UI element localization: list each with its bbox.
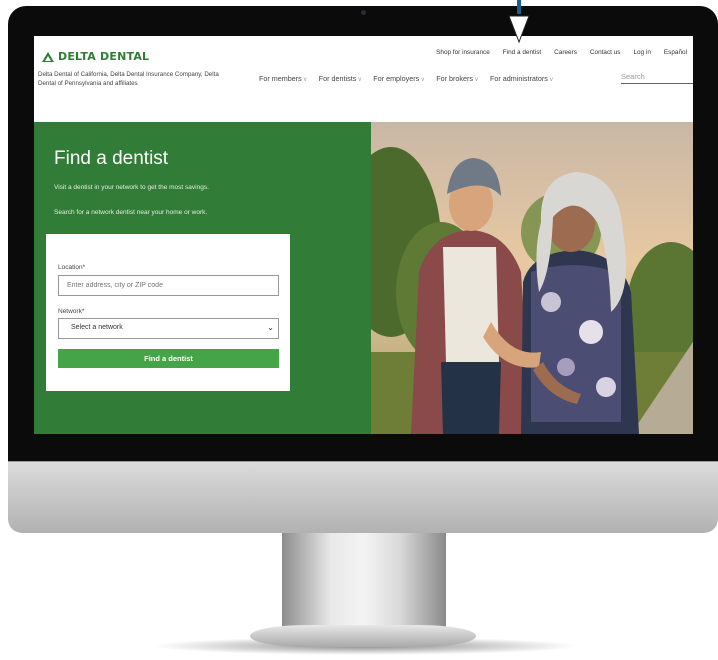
util-link-espanol[interactable]: Español [664, 49, 687, 56]
hero-photo-illustration [371, 122, 693, 434]
brand-tagline: Delta Dental of California, Delta Dental… [38, 71, 219, 87]
nav-item-brokers[interactable]: For brokers v [436, 74, 478, 83]
hero-photo [371, 122, 693, 434]
nav-label-employers: For employers [373, 74, 420, 83]
annotation-arrow-icon [508, 0, 530, 44]
browser-screen: DELTA DENTAL Delta Dental of California,… [34, 36, 693, 434]
chevron-down-icon: ⌄ [267, 323, 274, 332]
network-select-value: Select a network [71, 324, 123, 331]
chevron-down-icon: v [421, 77, 425, 83]
monitor-chin [8, 461, 718, 533]
chevron-down-icon: v [303, 77, 307, 83]
nav-label-dentists: For dentists [318, 74, 357, 83]
util-link-login[interactable]: Log in [633, 49, 650, 56]
delta-dental-logo[interactable]: DELTA DENTAL [42, 50, 149, 63]
nav-item-dentists[interactable]: For dentists v [319, 74, 362, 83]
util-link-shop[interactable]: Shop for insurance [436, 49, 490, 56]
search-input[interactable]: Search [621, 70, 693, 84]
hero-subtitle-search: Search for a network dentist near your h… [54, 209, 208, 216]
nav-label-administrators: For administrators [489, 74, 548, 83]
location-label: Location* [58, 264, 86, 271]
network-select[interactable]: Select a network ⌄ [58, 318, 279, 339]
monitor-stand-neck [282, 533, 446, 633]
delta-triangle-icon [42, 51, 54, 62]
chevron-down-icon: v [358, 77, 362, 83]
find-dentist-button[interactable]: Find a dentist [58, 349, 279, 368]
page-title: Find a dentist [54, 148, 169, 169]
utility-nav: Shop for insurance Find a dentist Career… [436, 49, 687, 56]
nav-label-members: For members [259, 74, 302, 83]
logo-wordmark: DELTA DENTAL [58, 50, 150, 63]
nav-item-employers[interactable]: For employers v [373, 74, 424, 83]
chevron-down-icon: v [549, 77, 553, 83]
util-link-contact[interactable]: Contact us [590, 49, 621, 56]
main-nav: For members v For dentists v For employers… [259, 74, 553, 83]
nav-item-members[interactable]: For members v [259, 74, 307, 83]
util-link-find-dentist[interactable]: Find a dentist [503, 49, 541, 56]
webcam-dot [361, 10, 366, 15]
hero-subtitle-savings: Visit a dentist in your network to get t… [54, 184, 209, 191]
monitor-stand-foot [250, 625, 476, 647]
find-dentist-form: Location* Network* Select a network ⌄ Fi… [46, 234, 290, 391]
location-input[interactable] [58, 275, 279, 296]
nav-item-administrators[interactable]: For administrators v [490, 74, 553, 83]
chevron-down-icon: v [474, 77, 478, 83]
nav-label-brokers: For brokers [436, 74, 473, 83]
util-link-careers[interactable]: Careers [554, 49, 577, 56]
network-label: Network* [58, 308, 85, 315]
